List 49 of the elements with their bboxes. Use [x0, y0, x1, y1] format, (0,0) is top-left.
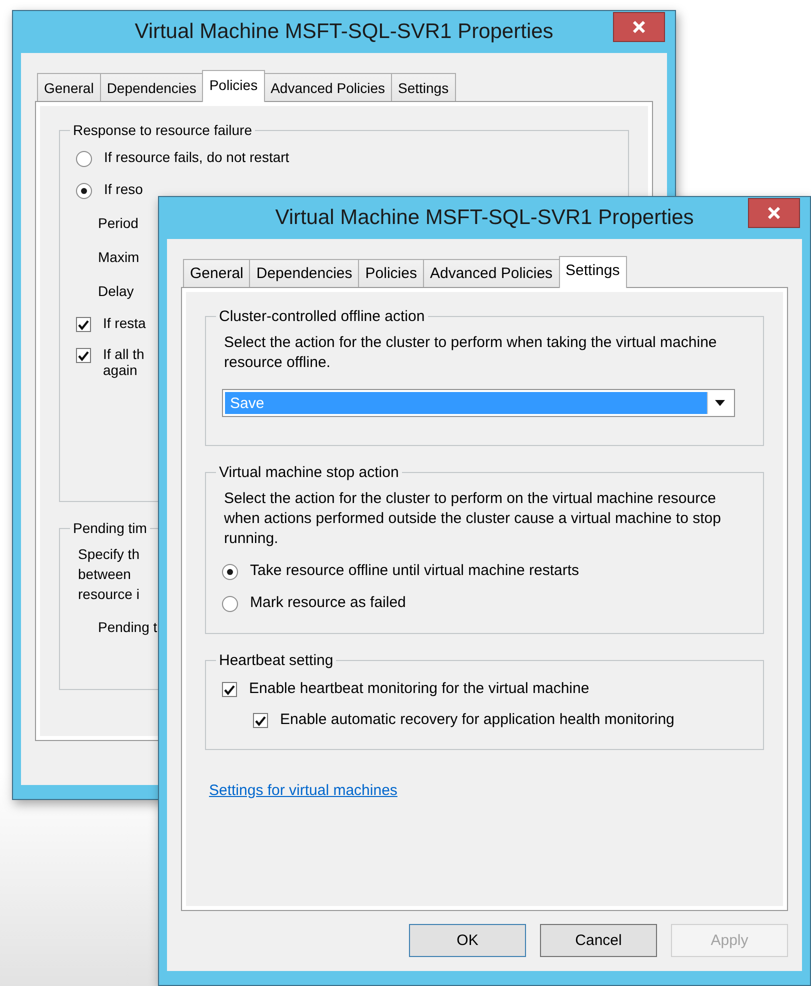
- close-button[interactable]: [748, 198, 800, 228]
- tab[interactable]: General: [183, 259, 250, 287]
- radio-button[interactable]: [76, 151, 92, 167]
- tab[interactable]: Dependencies: [100, 73, 204, 101]
- radio-label: Mark resource as failed: [250, 594, 406, 611]
- dialog-button[interactable]: Cancel: [540, 924, 657, 957]
- dialog-button[interactable]: OK: [409, 924, 526, 957]
- group-title: Cluster-controlled offline action: [218, 308, 426, 325]
- group-title: Pending tim: [72, 520, 148, 536]
- close-button[interactable]: [613, 12, 665, 42]
- group-title: Response to resource failure: [72, 122, 253, 138]
- radio-label: If resource fails, do not restart: [104, 149, 290, 165]
- caret-icon: [715, 400, 725, 406]
- description-text: Specify th between resource i: [78, 546, 140, 602]
- radio-button[interactable]: [76, 183, 92, 199]
- close-icon: [767, 207, 781, 219]
- tab[interactable]: Dependencies: [249, 259, 360, 287]
- radio-label: Take resource offline until virtual machine restarts: [250, 562, 580, 579]
- field-label: Delay: [98, 283, 134, 299]
- checkbox-label: If resta: [103, 315, 146, 331]
- tab[interactable]: General: [37, 73, 101, 101]
- radio-label: If reso: [104, 181, 143, 197]
- field-label: Maxim: [98, 249, 140, 265]
- radio-button[interactable]: [222, 596, 238, 612]
- dialog-button: Apply: [671, 924, 788, 957]
- tab[interactable]: Settings: [390, 73, 456, 101]
- settings-link[interactable]: Settings for virtual machines: [209, 782, 398, 799]
- window-title: Virtual Machine MSFT-SQL-SVR1 Properties: [275, 206, 694, 230]
- tab[interactable]: Advanced Policies: [422, 259, 560, 287]
- field-label: Pending t: [98, 619, 158, 635]
- checkbox[interactable]: [222, 682, 237, 697]
- window-title: Virtual Machine MSFT-SQL-SVR1 Properties: [134, 20, 554, 44]
- radio-button[interactable]: [222, 564, 238, 580]
- tab[interactable]: Advanced Policies: [264, 73, 392, 101]
- description-text: Select the action for the cluster to perform on the virtual machine resource when actions performed outside the cluster cause a virtual machine to stop running.: [224, 490, 721, 547]
- checkbox-label: Enable automatic recovery for application health monitoring: [280, 711, 674, 728]
- field-label: Period: [98, 215, 138, 231]
- tab[interactable]: Policies: [358, 259, 424, 287]
- checkbox[interactable]: [76, 317, 91, 332]
- group-title: Heartbeat setting: [218, 652, 334, 669]
- tab[interactable]: Policies: [202, 70, 265, 102]
- tab[interactable]: Settings: [558, 256, 627, 288]
- checkbox-label: If all th again: [103, 346, 144, 378]
- checkbox[interactable]: [76, 348, 91, 363]
- checkbox[interactable]: [253, 713, 268, 728]
- group-title: Virtual machine stop action: [218, 464, 400, 481]
- close-icon: [632, 21, 646, 33]
- description-text: Select the action for the cluster to perform when taking the virtual machine resource offline.: [224, 334, 717, 371]
- checkbox-label: Enable heartbeat monitoring for the virtual machine: [249, 680, 590, 697]
